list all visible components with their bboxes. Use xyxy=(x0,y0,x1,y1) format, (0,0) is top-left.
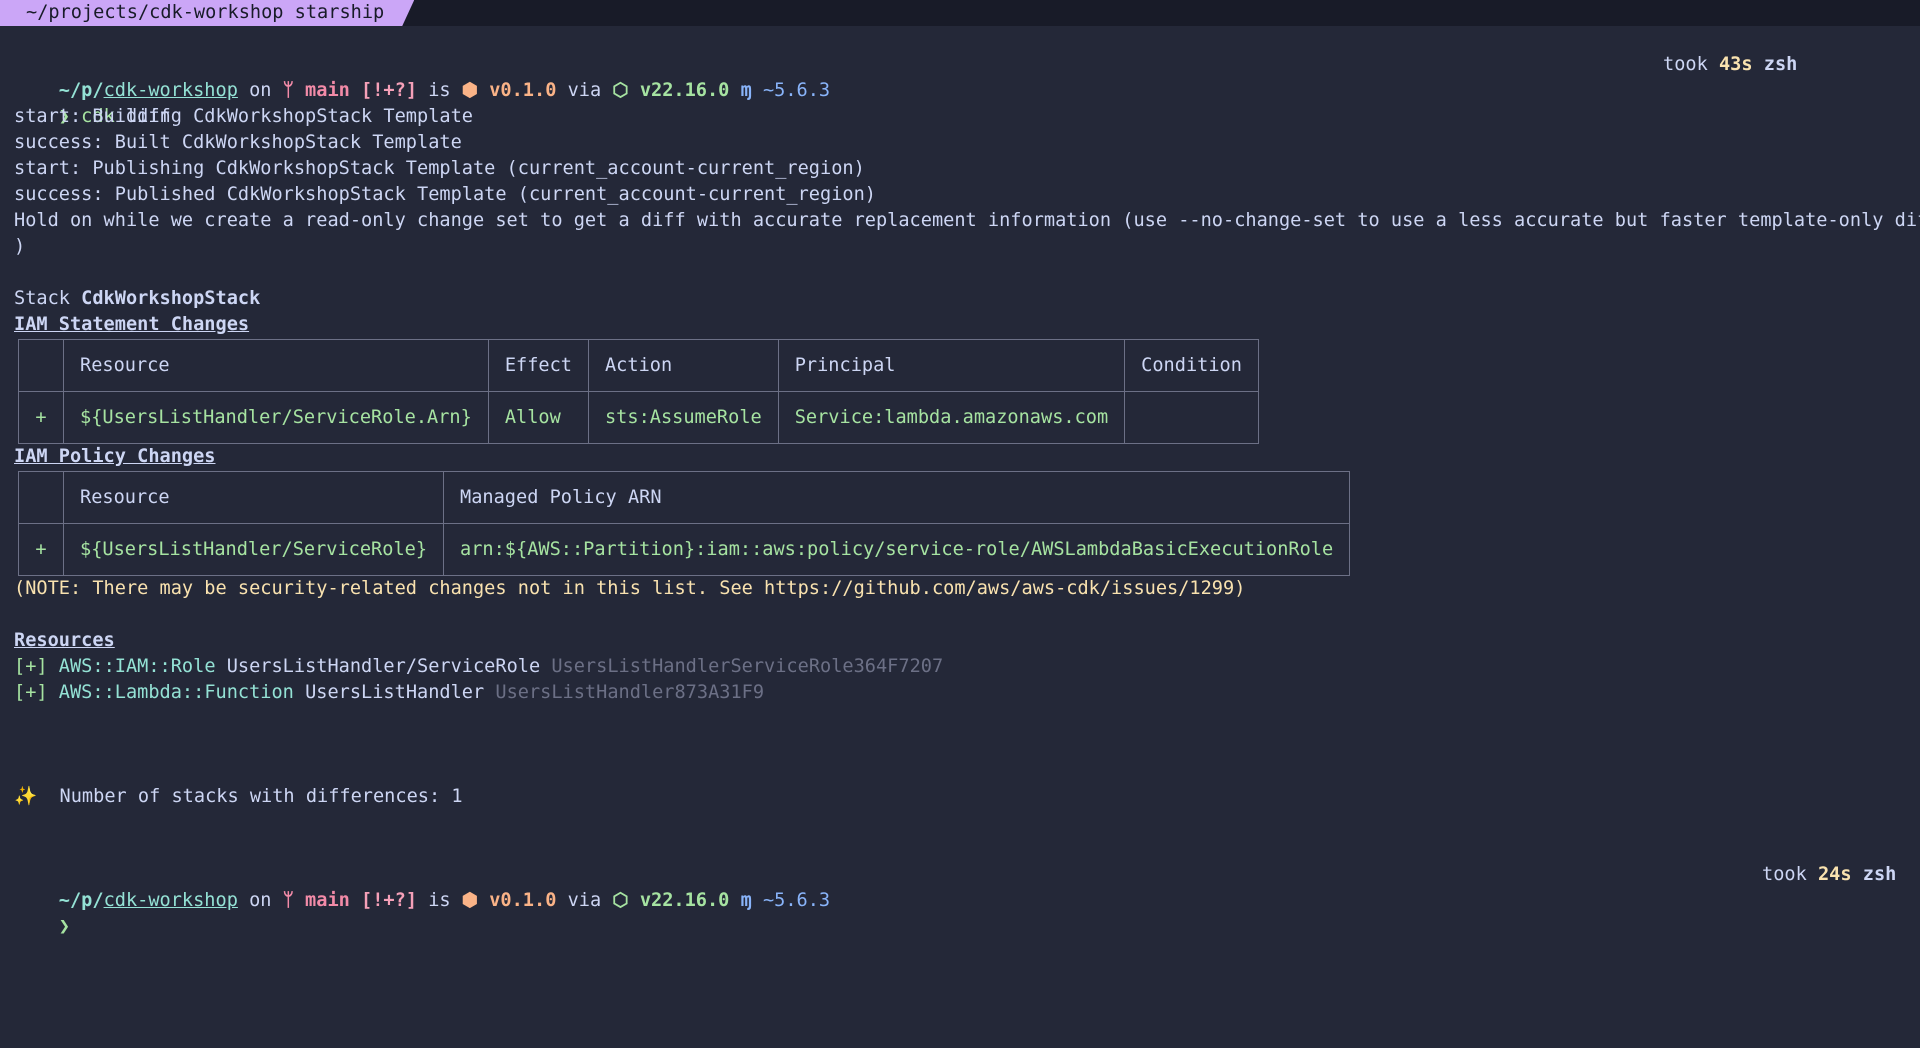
table-header-cell: Managed Policy ARN xyxy=(443,471,1351,524)
resource-type: AWS::IAM::Role xyxy=(47,656,216,677)
table-row: + ${UsersListHandler/ServiceRole} arn:${… xyxy=(18,523,1351,576)
shell-name: zsh xyxy=(1752,54,1798,75)
tab-active-session[interactable]: ~/projects/cdk-workshop starship xyxy=(0,0,414,26)
table-header-cell: Resource xyxy=(62,471,445,524)
tab-bar: ~/projects/cdk-workshop starship xyxy=(0,0,1920,26)
command-duration: 24s xyxy=(1817,864,1852,885)
output-line: success: Built CdkWorkshopStack Template xyxy=(14,132,462,153)
table-header-cell: Principal xyxy=(777,339,1126,392)
change-sign: + xyxy=(18,391,64,444)
resource-item: [+] AWS::Lambda::Function UsersListHandl… xyxy=(14,680,1908,706)
resource-marker: [+] xyxy=(14,682,48,703)
iam-statement-table: Resource Effect Action Principal Conditi… xyxy=(18,339,1259,444)
table-header-row: Resource Managed Policy ARN xyxy=(18,471,1351,524)
output-line: success: Published CdkWorkshopStack Temp… xyxy=(14,184,876,205)
output-line: ) xyxy=(14,236,26,257)
output-line: start: Publishing CdkWorkshopStack Templ… xyxy=(14,158,865,179)
stack-line: Stack CdkWorkshopStack xyxy=(14,286,1908,312)
prompt-arrow-icon: ❯ xyxy=(58,916,70,937)
resources-heading: Resources xyxy=(14,630,115,651)
table-header-cell: Resource xyxy=(63,339,489,392)
iam-statement-heading: IAM Statement Changes xyxy=(14,314,250,335)
shell-prompt: ~/p/cdk-workshop on ᛘ main [!+?] is ⬢ v0… xyxy=(14,52,1908,101)
resource-logical-id: UsersListHandler873A31F9 xyxy=(484,682,765,703)
summary-line: ✨ Number of stacks with differences: 1 xyxy=(14,784,1908,810)
table-cell: arn:${AWS::Partition}:iam::aws:policy/se… xyxy=(443,523,1351,576)
table-cell: ${UsersListHandler/ServiceRole.Arn} xyxy=(63,391,489,444)
table-cell: ${UsersListHandler/ServiceRole} xyxy=(62,523,445,576)
resource-name: UsersListHandler/ServiceRole xyxy=(215,656,541,677)
sparkles-icon: ✨ xyxy=(14,786,38,807)
resource-item: [+] AWS::IAM::Role UsersListHandler/Serv… xyxy=(14,654,1908,680)
table-cell: sts:AssumeRole xyxy=(587,391,779,444)
took-label: took xyxy=(1663,54,1719,75)
prompt-right: took 43s zsh xyxy=(1663,52,1797,78)
table-cell: Service:lambda.amazonaws.com xyxy=(777,391,1126,444)
table-cell: Allow xyxy=(487,391,589,444)
output-line: Hold on while we create a read-only chan… xyxy=(14,210,1920,231)
iam-policy-table: Resource Managed Policy ARN + ${UsersLis… xyxy=(18,471,1351,576)
table-header-cell: Action xyxy=(587,339,779,392)
summary-text: Number of stacks with differences: 1 xyxy=(37,786,463,807)
resource-name: UsersListHandler xyxy=(293,682,485,703)
table-header-cell: Condition xyxy=(1124,339,1259,392)
command-line: ❯ cdk diff xyxy=(14,78,1908,127)
took-label: took xyxy=(1762,864,1818,885)
command-input-line[interactable]: ❯ xyxy=(14,888,1908,937)
shell-name: zsh xyxy=(1851,864,1897,885)
terminal-output[interactable]: ~/p/cdk-workshop on ᛘ main [!+?] is ⬢ v0… xyxy=(14,26,1920,937)
prompt-right: took 24s zsh xyxy=(1762,862,1896,888)
table-row: + ${UsersListHandler/ServiceRole.Arn} Al… xyxy=(18,391,1259,444)
change-sign: + xyxy=(18,523,64,576)
table-header-cell xyxy=(18,471,64,524)
resource-marker: [+] xyxy=(14,656,48,677)
security-note: (NOTE: There may be security-related cha… xyxy=(14,578,1246,599)
shell-prompt: ~/p/cdk-workshop on ᛘ main [!+?] is ⬢ v0… xyxy=(14,862,1908,911)
command-duration: 43s xyxy=(1718,54,1753,75)
output-line: start: Building CdkWorkshopStack Templat… xyxy=(14,106,473,127)
iam-policy-heading: IAM Policy Changes xyxy=(14,446,216,467)
table-header-row: Resource Effect Action Principal Conditi… xyxy=(18,339,1259,392)
table-cell xyxy=(1124,391,1259,444)
stack-label: Stack xyxy=(14,288,82,309)
table-header-cell: Effect xyxy=(487,339,589,392)
table-header-cell xyxy=(18,339,64,392)
resource-logical-id: UsersListHandlerServiceRole364F7207 xyxy=(540,656,944,677)
resource-type: AWS::Lambda::Function xyxy=(47,682,294,703)
stack-name: CdkWorkshopStack xyxy=(81,288,261,309)
